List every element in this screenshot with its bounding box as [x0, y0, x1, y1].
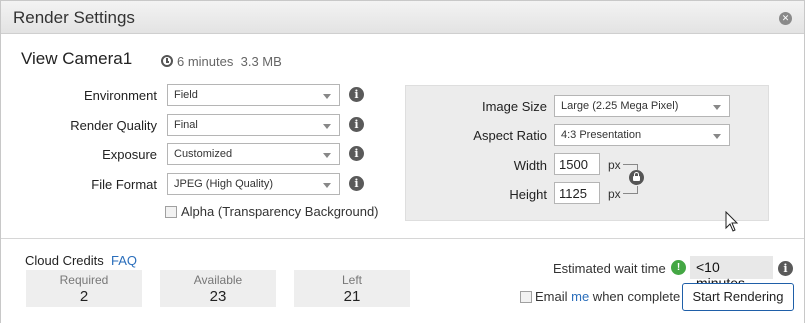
credits-available: Available 23	[160, 270, 276, 307]
faq-link[interactable]: FAQ	[111, 253, 137, 268]
lock-icon[interactable]	[629, 170, 644, 185]
aspect-ratio-value: 4:3 Presentation	[561, 129, 642, 141]
start-rendering-button[interactable]: Start Rendering	[682, 283, 794, 311]
image-size-label: Image Size	[481, 99, 547, 114]
email-prefix: Email	[535, 289, 572, 304]
chevron-down-icon	[713, 105, 721, 110]
credits-required: Required 2	[26, 270, 142, 307]
height-label: Height	[509, 187, 547, 202]
info-icon[interactable]: i	[349, 117, 364, 132]
credits-required-value: 2	[79, 288, 89, 305]
chevron-down-icon	[323, 124, 331, 129]
exposure-value: Customized	[174, 148, 233, 160]
environment-select[interactable]: Field	[167, 84, 340, 106]
dialog-title: Render Settings	[13, 8, 135, 27]
alpha-checkbox[interactable]	[165, 206, 177, 218]
credits-required-label: Required	[59, 273, 109, 287]
info-icon[interactable]: i	[778, 261, 793, 276]
height-unit: px	[608, 187, 621, 201]
wait-time-label: Estimated wait time	[553, 261, 666, 276]
credits-left-value: 21	[343, 288, 361, 305]
cloud-credits-label: Cloud Credits	[25, 253, 104, 268]
credits-available-label: Available	[193, 273, 243, 287]
status-ok-icon: !	[671, 260, 686, 275]
file-format-label: File Format	[91, 177, 157, 192]
file-format-value: JPEG (High Quality)	[174, 178, 274, 190]
environment-label: Environment	[84, 88, 157, 103]
credits-left: Left 21	[294, 270, 410, 307]
clock-icon	[161, 55, 173, 67]
width-input[interactable]: 1500	[554, 153, 600, 175]
chevron-down-icon	[713, 134, 721, 139]
chevron-down-icon	[323, 153, 331, 158]
mouse-cursor-icon	[725, 211, 739, 232]
aspect-link-bottom	[623, 186, 638, 194]
info-icon[interactable]: i	[349, 87, 364, 102]
exposure-select[interactable]: Customized	[167, 143, 340, 165]
chevron-down-icon	[323, 94, 331, 99]
close-icon[interactable]: ✕	[779, 12, 792, 25]
view-title: View Camera1	[21, 49, 133, 68]
render-duration: 6 minutes	[177, 54, 234, 69]
exposure-label: Exposure	[102, 147, 157, 162]
credits-available-value: 23	[209, 288, 227, 305]
render-settings-dialog: Render Settings ✕ View Camera1 6 minutes…	[0, 0, 805, 323]
aspect-ratio-label: Aspect Ratio	[473, 128, 547, 143]
height-input[interactable]: 1125	[554, 182, 600, 204]
aspect-ratio-select[interactable]: 4:3 Presentation	[554, 124, 730, 146]
email-me-link[interactable]: me	[571, 289, 589, 304]
render-quality-label: Render Quality	[70, 118, 157, 133]
width-label: Width	[513, 158, 547, 173]
email-label: Email me when complete	[535, 289, 680, 304]
render-quality-select[interactable]: Final	[167, 114, 340, 136]
info-icon[interactable]: i	[349, 176, 364, 191]
info-icon[interactable]: i	[349, 146, 364, 161]
chevron-down-icon	[323, 183, 331, 188]
wait-time-value: <10 minutes	[690, 256, 773, 291]
email-suffix: when complete	[589, 289, 681, 304]
render-quality-value: Final	[174, 119, 198, 131]
email-checkbox[interactable]	[520, 291, 532, 303]
width-unit: px	[608, 158, 621, 172]
title-bar: Render Settings ✕	[1, 1, 804, 34]
credits-left-label: Left	[341, 273, 362, 287]
alpha-label: Alpha (Transparency Background)	[181, 204, 379, 219]
image-size-value: Large (2.25 Mega Pixel)	[561, 100, 679, 112]
file-format-select[interactable]: JPEG (High Quality)	[167, 173, 340, 195]
image-size-select[interactable]: Large (2.25 Mega Pixel)	[554, 95, 730, 117]
environment-value: Field	[174, 89, 198, 101]
render-estimate: 6 minutes 3.3 MB	[161, 54, 282, 69]
render-file-size: 3.3 MB	[240, 54, 282, 69]
